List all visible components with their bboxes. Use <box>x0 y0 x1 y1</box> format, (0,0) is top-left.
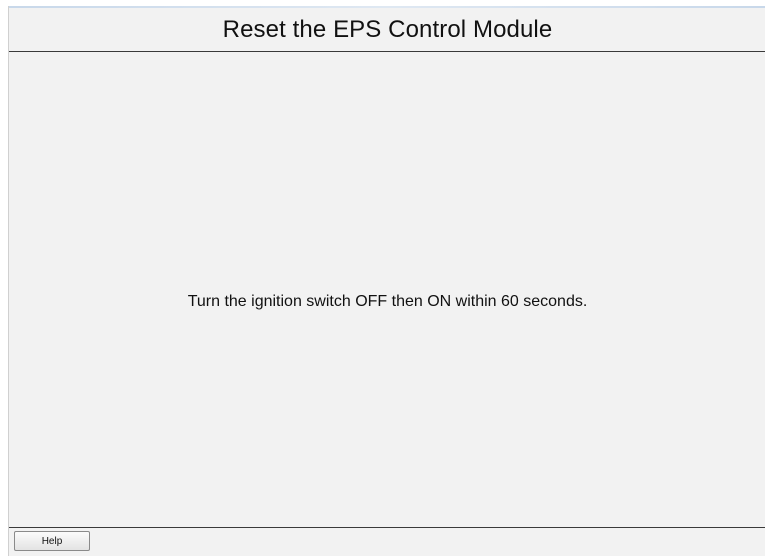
page-title: Reset the EPS Control Module <box>222 15 553 43</box>
instruction-text: Turn the ignition switch OFF then ON wit… <box>187 293 588 310</box>
footer: Help <box>9 528 765 556</box>
help-button[interactable]: Help <box>14 531 90 551</box>
dialog-window: Reset the EPS Control Module Turn the ig… <box>8 6 765 556</box>
header: Reset the EPS Control Module <box>9 8 765 51</box>
content-area: Turn the ignition switch OFF then ON wit… <box>9 52 765 527</box>
